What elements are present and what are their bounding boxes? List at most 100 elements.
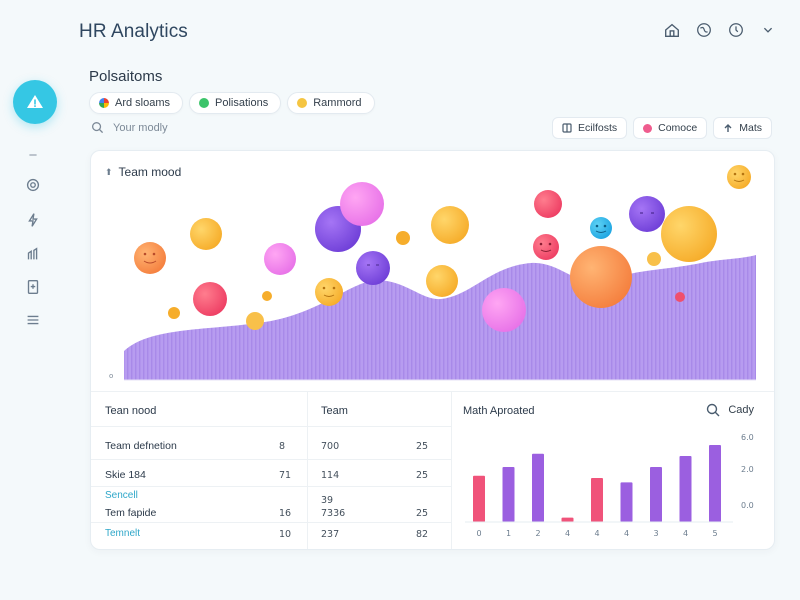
chip-label: Polisations <box>215 97 269 109</box>
x-tick-label: 4 <box>683 529 688 538</box>
cady-label: Cady <box>728 404 754 416</box>
row-link[interactable]: Temnelt <box>105 528 140 539</box>
home-icon[interactable] <box>662 20 682 40</box>
row-value: 25 <box>416 508 429 519</box>
bubble <box>356 251 390 285</box>
row-value: 114 <box>321 470 340 481</box>
bar-chart-title: Math Aproated <box>463 405 535 417</box>
bubble <box>647 252 661 266</box>
filter-ecilfosts-button[interactable]: Ecilfosts <box>552 117 628 139</box>
header-toolbar <box>662 20 778 40</box>
x-tick-label: 4 <box>624 529 629 538</box>
search-bar[interactable]: Your modly <box>91 121 168 134</box>
warning-icon <box>27 95 43 108</box>
search-icon <box>92 122 104 134</box>
refresh-icon[interactable] <box>22 174 44 196</box>
bubble <box>482 288 526 332</box>
bubble <box>431 206 469 244</box>
chip-label: Ard sloams <box>115 97 171 109</box>
y-zero-label: o <box>109 372 113 380</box>
row-value: 82 <box>416 529 429 540</box>
bar <box>502 467 515 522</box>
bubble <box>340 182 384 226</box>
google-dot-icon <box>99 98 109 108</box>
check-dot-icon <box>199 98 210 108</box>
cady-search-button[interactable]: Cady <box>706 403 754 417</box>
x-tick-label: 4 <box>565 529 570 538</box>
row-value: 7336 <box>321 508 346 519</box>
bubble <box>168 307 180 319</box>
yellow-dot-icon <box>297 98 308 108</box>
people-icon[interactable] <box>22 243 44 265</box>
bubble <box>396 231 410 245</box>
pink-dot-icon <box>643 123 653 133</box>
row-value: 71 <box>279 470 292 481</box>
bar <box>679 456 692 522</box>
section-title: Polsaitoms <box>89 68 163 85</box>
bottom-panel: Tean nood Team Team defnetion 8 700 25 S… <box>91 391 774 549</box>
bubble <box>193 282 227 316</box>
app-title: HR Analytics <box>79 21 188 42</box>
row-label: Tem fapide <box>105 507 157 519</box>
x-tick-label: 1 <box>506 529 511 538</box>
x-tick-label: 3 <box>653 529 658 538</box>
search-placeholder: Your modly <box>113 121 168 134</box>
bubble <box>629 196 665 232</box>
dash-icon[interactable] <box>22 144 44 166</box>
bar <box>473 475 485 522</box>
menu-icon[interactable] <box>22 309 44 331</box>
table-header-mood: Tean nood <box>105 405 157 417</box>
bubble <box>675 292 685 302</box>
bar <box>650 467 662 522</box>
chip-ard-sloams[interactable]: Ard sloams <box>89 92 184 114</box>
bar <box>591 478 603 522</box>
bubble <box>590 217 612 239</box>
search-icon <box>707 403 720 417</box>
row-value: 237 <box>321 529 340 540</box>
chip-polisations[interactable]: Polisations <box>189 92 282 114</box>
x-tick-label: 0 <box>476 529 481 538</box>
alert-button[interactable] <box>13 80 57 124</box>
row-value: 25 <box>416 470 429 481</box>
table-header-team: Team <box>321 405 348 417</box>
bubble <box>264 243 296 275</box>
bubble <box>134 242 166 274</box>
globe-icon[interactable] <box>694 20 714 40</box>
grid-icon <box>562 123 572 133</box>
y-tick-label: 0.0 <box>741 501 754 510</box>
x-tick-label: 2 <box>535 529 540 538</box>
bubble <box>246 312 264 330</box>
filter-label: Comoce <box>658 122 698 134</box>
filter-group: Ecilfosts Comoce Mats <box>552 117 772 139</box>
document-icon[interactable] <box>22 276 44 298</box>
bar <box>709 445 721 522</box>
filter-label: Ecilfosts <box>578 122 618 134</box>
bar <box>532 453 544 522</box>
filter-mats-button[interactable]: Mats <box>713 117 772 139</box>
row-value: 8 <box>279 441 286 452</box>
x-tick-label: 4 <box>594 529 599 538</box>
filter-label: Mats <box>739 122 762 134</box>
x-tick-label: 5 <box>712 529 717 538</box>
bubble <box>533 234 559 260</box>
bar <box>561 517 574 522</box>
bubble-chart: o <box>109 165 756 381</box>
bubble <box>661 206 717 262</box>
bubble <box>426 265 458 297</box>
row-value: 39 <box>321 495 334 506</box>
row-value: 10 <box>279 529 292 540</box>
sidebar <box>0 62 66 600</box>
divider <box>91 486 451 487</box>
chevron-down-icon[interactable] <box>758 20 778 40</box>
chip-rammord[interactable]: Rammord <box>287 92 375 114</box>
divider <box>91 426 451 427</box>
y-tick-label: 6.0 <box>741 433 754 442</box>
bubble <box>570 246 632 308</box>
clock-icon[interactable] <box>726 20 746 40</box>
row-value: 700 <box>321 441 340 452</box>
lightning-icon[interactable] <box>22 209 44 231</box>
row-link[interactable]: Sencell <box>105 490 138 501</box>
chip-label: Rammord <box>313 97 362 109</box>
bubble <box>262 291 272 301</box>
filter-comoce-button[interactable]: Comoce <box>633 117 708 139</box>
